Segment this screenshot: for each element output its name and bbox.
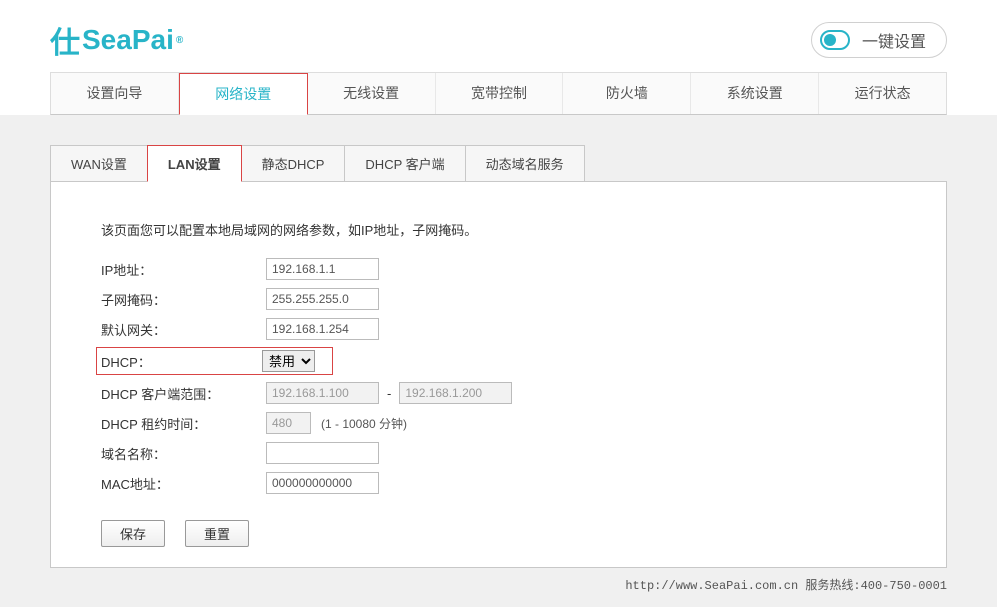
default-gateway-input[interactable] [266,318,379,340]
lan-settings-panel: 该页面您可以配置本地局域网的网络参数，如IP地址，子网掩码。 IP地址： 子网掩… [50,181,947,568]
dhcp-range-end-input [399,382,512,404]
footer-hotline-label: 服务热线: [805,579,860,593]
brand-registered: ® [176,35,183,46]
nav-system-settings[interactable]: 系统设置 [691,73,819,114]
tab-ddns[interactable]: 动态域名服务 [465,145,585,182]
nav-firewall[interactable]: 防火墙 [563,73,691,114]
mac-address-label: MAC地址： [101,474,266,493]
dhcp-row-highlighted: DHCP： 禁用 [96,347,333,375]
default-gateway-label: 默认网关： [101,320,266,339]
ip-address-input[interactable] [266,258,379,280]
dhcp-select[interactable]: 禁用 [262,350,315,372]
domain-name-input[interactable] [266,442,379,464]
tab-wan-settings[interactable]: WAN设置 [50,145,148,182]
reset-button[interactable]: 重置 [185,520,249,547]
nav-network-settings[interactable]: 网络设置 [179,73,308,115]
subnet-mask-label: 子网掩码： [101,290,266,309]
save-button[interactable]: 保存 [101,520,165,547]
domain-name-label: 域名名称： [101,444,266,463]
main-nav: 设置向导 网络设置 无线设置 宽带控制 防火墙 系统设置 运行状态 [50,72,947,115]
logo-icon: 仕 [50,18,80,62]
tab-static-dhcp[interactable]: 静态DHCP [241,145,346,182]
panel-description: 该页面您可以配置本地局域网的网络参数，如IP地址，子网掩码。 [101,220,896,239]
tab-lan-settings[interactable]: LAN设置 [147,145,242,182]
brand-logo: 仕 SeaPai ® [50,18,183,62]
dhcp-label: DHCP： [101,352,262,371]
dhcp-lease-note: (1 - 10080 分钟) [321,415,407,432]
footer-hotline-number: 400-750-0001 [861,579,947,593]
subnet-mask-input[interactable] [266,288,379,310]
quick-setup-button[interactable]: 一键设置 [811,22,947,58]
ip-address-label: IP地址： [101,260,266,279]
dhcp-range-label: DHCP 客户端范围： [101,384,266,403]
nav-setup-wizard[interactable]: 设置向导 [51,73,179,114]
brand-name: SeaPai [82,24,174,56]
toggle-icon [820,30,850,50]
nav-running-status[interactable]: 运行状态 [819,73,946,114]
footer-url: http://www.SeaPai.com.cn [625,579,798,593]
mac-address-input[interactable] [266,472,379,494]
nav-wireless-settings[interactable]: 无线设置 [308,73,436,114]
nav-bandwidth-control[interactable]: 宽带控制 [436,73,564,114]
dhcp-range-start-input [266,382,379,404]
dhcp-lease-input [266,412,311,434]
dhcp-range-dash: - [387,386,391,401]
dhcp-lease-label: DHCP 租约时间： [101,414,266,433]
tab-dhcp-client[interactable]: DHCP 客户端 [344,145,465,182]
quick-setup-label: 一键设置 [862,28,926,52]
footer: http://www.SeaPai.com.cn 服务热线:400-750-00… [50,576,947,593]
sub-tabs: WAN设置 LAN设置 静态DHCP DHCP 客户端 动态域名服务 [50,145,947,182]
